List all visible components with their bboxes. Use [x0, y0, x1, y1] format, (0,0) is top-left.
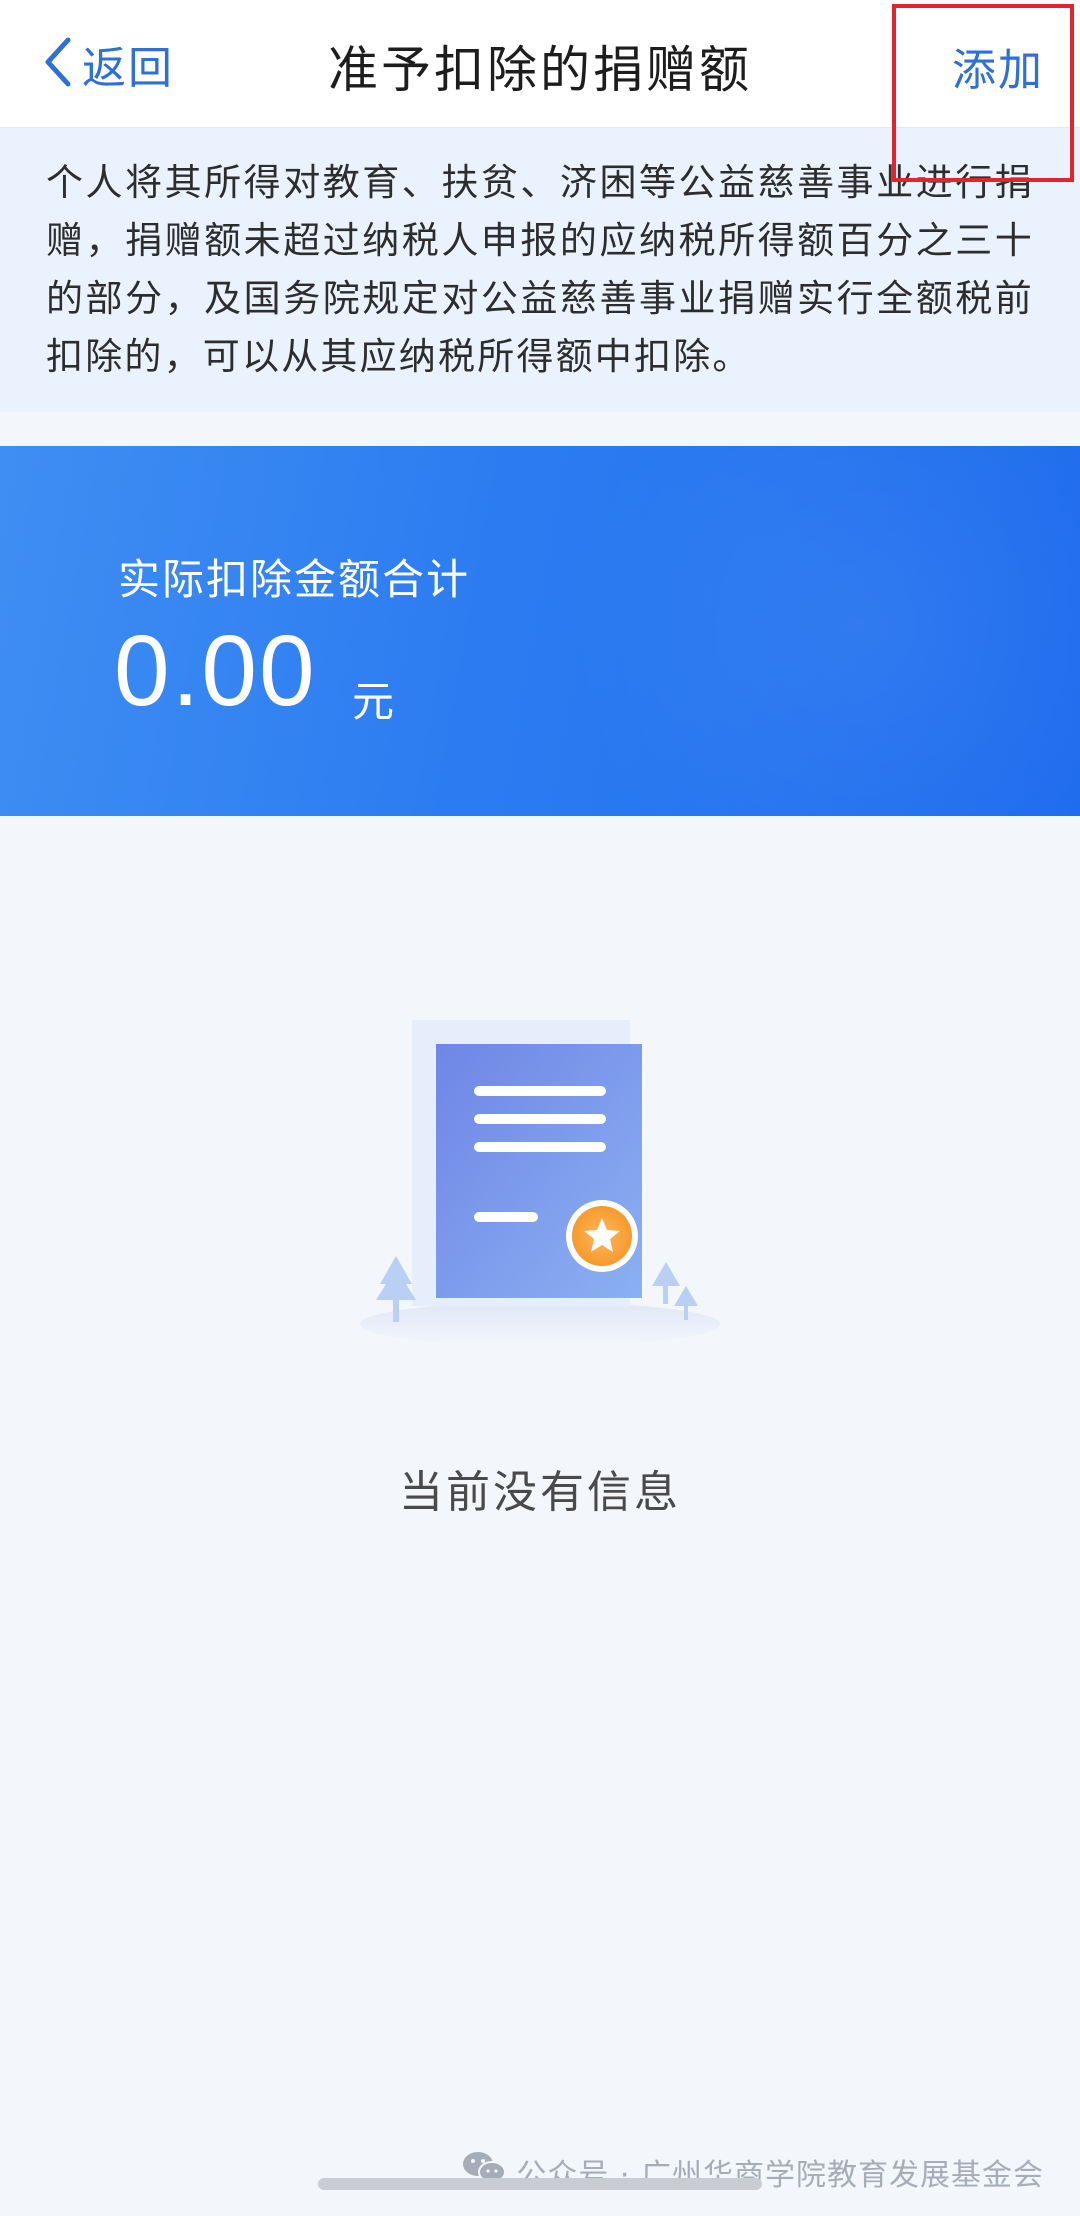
empty-state-message: 当前没有信息 — [399, 1467, 681, 1518]
donation-deduction-page: 返回 准予扣除的捐赠额 添加 个人将其所得对教育、扶贫、济困等公益慈善事业进行捐… — [0, 0, 1080, 2216]
highlight-annotation-box — [892, 4, 1074, 182]
notice-text: 个人将其所得对教育、扶贫、济困等公益慈善事业进行捐赠，捐赠额未超过纳税人申报的应… — [46, 161, 1034, 378]
summary-banner: 实际扣除金额合计 0.00 元 — [0, 446, 1080, 816]
summary-unit: 元 — [352, 677, 395, 726]
document-star-icon — [340, 1000, 740, 1360]
summary-label: 实际扣除金额合计 — [118, 555, 471, 604]
home-indicator[interactable] — [318, 2178, 762, 2190]
summary-amount: 0.00 — [114, 615, 317, 727]
